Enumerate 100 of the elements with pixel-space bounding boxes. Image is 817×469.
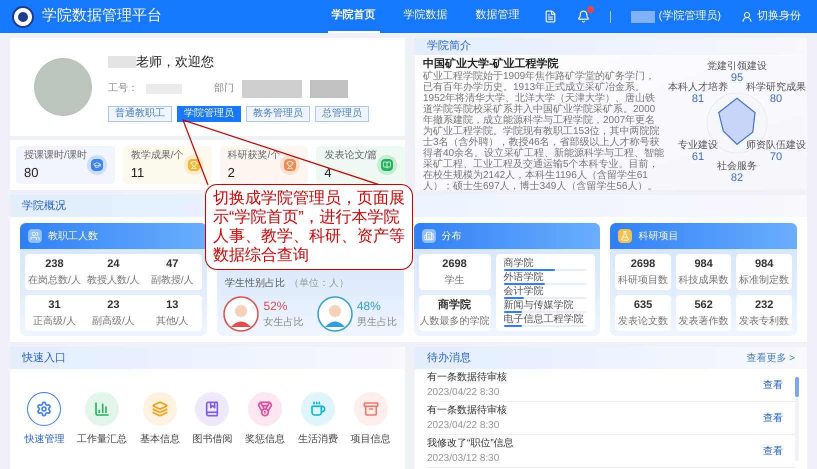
radar-axis-value: 95 [730, 72, 744, 84]
radar-axis-label: 本科人才培养 [668, 82, 728, 93]
todo-text: 有一条数据待审核 [427, 370, 507, 385]
department-name: 新闻与传媒学院 [504, 300, 574, 311]
stat-value: 4 [324, 164, 333, 182]
building-icon [422, 229, 436, 243]
role-button[interactable]: 总管理员 [315, 106, 369, 122]
stat-icon [86, 155, 107, 175]
school-name: 中国矿业大学-矿业工程学院 [423, 56, 560, 70]
stat-label: 发表论文/篇 [324, 148, 378, 163]
todo-text: 我修改了“职位”信息 [427, 436, 514, 451]
blurred-department [242, 80, 302, 98]
radar-axis-value: 80 [770, 93, 782, 105]
document-icon[interactable] [544, 10, 557, 23]
tile-value: 562 [694, 298, 713, 314]
tile-label: 人数最多的学院 [420, 314, 490, 329]
tile-value: 984 [755, 257, 774, 272]
view-more-link[interactable]: 查看更多 > [746, 350, 795, 366]
stat-icon [184, 155, 204, 175]
role-button[interactable]: 学院管理员 [177, 106, 241, 122]
tile-label: 学生 [444, 274, 464, 288]
switch-identity-button[interactable]: 切换身份 [741, 8, 801, 25]
todo-text: 有一条数据待审核 [427, 404, 507, 418]
tile-label: 标准制定数 [739, 274, 790, 288]
blurred-name [630, 10, 655, 22]
blurred-name [108, 56, 136, 68]
nav-tab[interactable]: 数据管理 [472, 0, 524, 33]
male-avatar-icon [316, 296, 353, 332]
radar-axis-value: 81 [692, 93, 704, 105]
tile-label: 其他/人 [156, 314, 189, 329]
todo-time: 2023/04/22 8:30 [427, 419, 500, 433]
radar-axis-value: 70 [770, 151, 782, 163]
app-title: 学院数据管理平台 [42, 6, 162, 26]
department-name: 电子信息工程学院 [504, 314, 584, 325]
emblem-icon [12, 6, 34, 28]
tile-value: 商学院 [438, 298, 471, 314]
tile-value: 984 [694, 257, 713, 272]
view-button[interactable]: 查看 [763, 444, 783, 458]
tile-label: 科研项目数 [618, 274, 668, 288]
radar-axis-label: 党建引领建设 [707, 61, 767, 72]
id-label: 工号： [108, 82, 138, 96]
stat-value: 80 [24, 164, 40, 182]
tile-value: 232 [755, 298, 774, 314]
tile-value: 23 [107, 298, 120, 314]
blurred-department [310, 80, 348, 98]
radar-axis-label: 科学研究成果 [746, 82, 806, 93]
gender-label: 男生占比 [356, 316, 397, 330]
tile-value: 13 [166, 298, 178, 314]
stat-value: 2 [228, 164, 236, 182]
view-button[interactable]: 查看 [763, 410, 783, 426]
intro-paragraph: 矿业工程学院始于1909年焦作路矿学堂的矿务学门，已有百年办学历史。1913年正式成立采矿冶金系。1952年将清华大学、北洋大学（天津大学）、唐山铁道学院等院校采矿系并入中国矿业学院采矿系。2000年撤系建院，成立能源科学与工程学院，2007年更名为矿业工程学院。学院现有教职工153位，其中两院院士3名（含外聘），教授46名，省部级以上人才称号获得者40余名。设立采矿工程、新能源科学与工程、智能采矿工程、工业工程及交通运输5个本科专业。目前，在校生规模为2142人，本科生1196人（含留学生61人）；硕士生697人，博士349人（含留学生56人）。 [423, 70, 665, 190]
tile-label: 教授人数/人 [86, 274, 140, 288]
tile-label: 发表著作数 [678, 314, 729, 329]
stat-label: 教学成果/个 [130, 148, 184, 163]
callout-text: 切换成学院管理员，页面展示“学院首页”，进行本学院人事、教学、科研、资产等数据综合查询 [213, 189, 405, 265]
tile-label: 在岗总数/人 [28, 274, 81, 288]
tile-value: 635 [634, 298, 652, 314]
section-title: 快速入口 [22, 350, 66, 366]
card-title: 教职工人数 [48, 230, 98, 244]
radar-axis-value: 82 [730, 172, 744, 184]
tile-label: 发表专利数 [739, 314, 790, 329]
department-name: 外语学院 [504, 272, 544, 284]
tile-value: 238 [45, 257, 64, 272]
department-label: 部门 [214, 82, 234, 96]
female-avatar-icon [223, 296, 260, 332]
tile-label: 副高级/人 [92, 314, 135, 329]
department-name: 会计学院 [504, 286, 544, 297]
tile-label: 科技成果数 [678, 274, 729, 288]
todo-time: 2023/03/12 8:30 [427, 452, 500, 466]
role-button[interactable]: 教务管理员 [246, 106, 310, 122]
gender-unit: （单位：人） [288, 276, 349, 291]
nav-tab[interactable]: 学院首页 [328, 0, 380, 33]
tile-value: 2698 [630, 257, 656, 272]
tile-value: 31 [48, 298, 61, 314]
gender-label: 女生占比 [263, 316, 304, 330]
stat-icon [377, 155, 398, 175]
tile-value: 47 [166, 257, 178, 272]
nav-tab[interactable]: 学院数据 [400, 0, 452, 33]
radar-axis-value: 61 [692, 151, 704, 163]
stat-icon [280, 155, 300, 175]
stat-label: 授课课时/课时 [24, 148, 87, 163]
gender-title: 学生性别占比 [224, 276, 285, 291]
tile-label: 发表论文数 [618, 314, 668, 329]
flask-icon [618, 229, 632, 243]
radar-axis-label: 专业建设 [678, 140, 718, 151]
tile-label: 正高级/人 [33, 314, 76, 329]
radar-axis-label: 师资队伍建设 [746, 140, 806, 151]
gender-percent: 48% [356, 298, 382, 315]
card-title: 科研项目 [638, 230, 678, 244]
card-title: 分布 [442, 230, 462, 244]
people-icon [28, 229, 42, 243]
quick-entry[interactable]: 工作量汇总 [77, 392, 128, 446]
section-title: 待办消息 [427, 350, 471, 366]
radar-axis-label: 社会服务 [717, 161, 757, 172]
department-name: 商学院 [504, 258, 534, 270]
tile-value: 2698 [442, 257, 467, 272]
view-button[interactable]: 查看 [763, 378, 783, 392]
role-button[interactable]: 普通教职工 [108, 106, 172, 122]
user-icon [741, 10, 753, 22]
tile-value: 24 [107, 257, 120, 272]
